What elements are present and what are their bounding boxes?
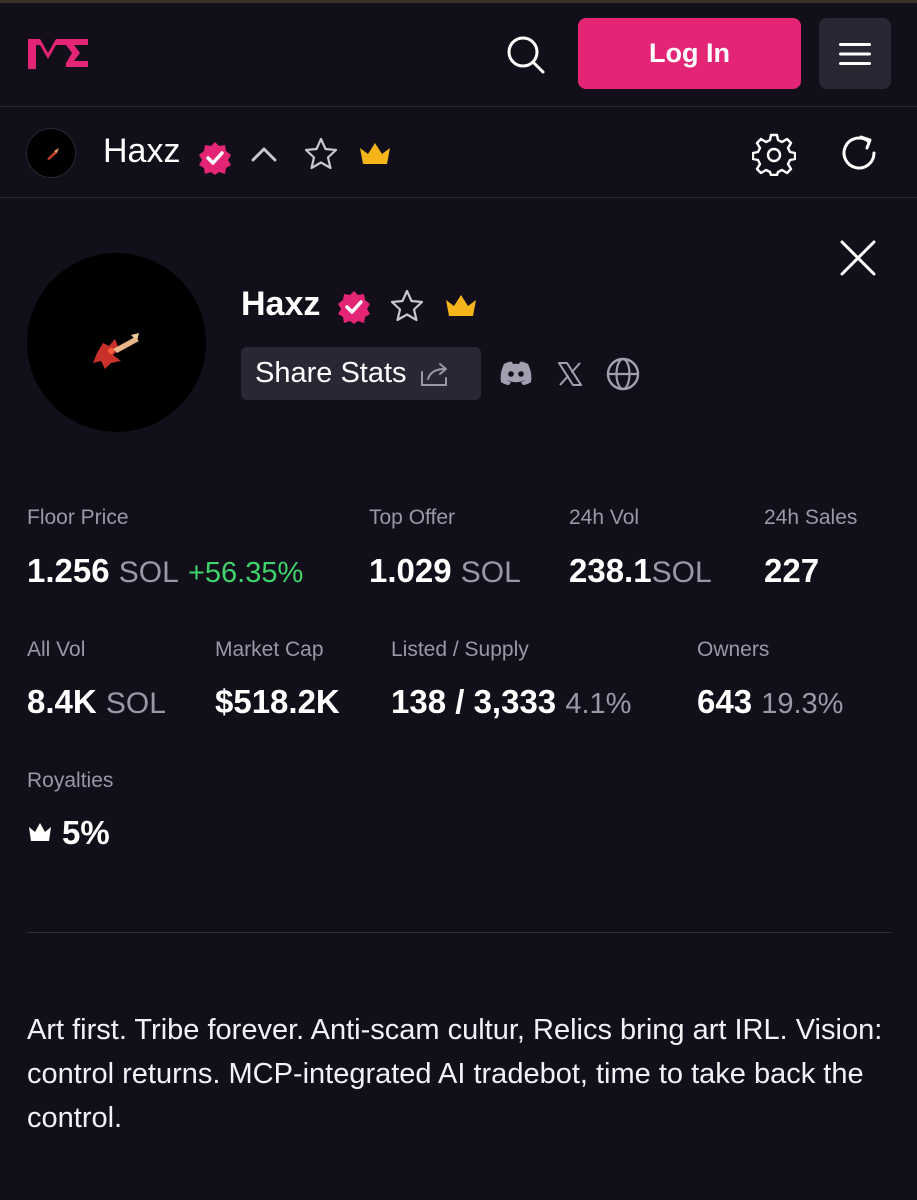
collection-title: Haxz <box>103 132 181 170</box>
collection-subbar: Haxz <box>0 108 917 198</box>
top-offer-number: 1.029 <box>369 552 452 589</box>
floor-price-label: Floor Price <box>27 506 129 529</box>
market-cap-label: Market Cap <box>215 638 324 661</box>
globe-icon[interactable] <box>605 356 641 392</box>
listed-supply-value: 138 / 3,333 4.1% <box>391 683 631 721</box>
close-button[interactable] <box>838 238 878 278</box>
owners-value: 643 19.3% <box>697 683 843 721</box>
all-vol-number: 8.4K <box>27 683 97 720</box>
gear-icon[interactable] <box>752 132 796 176</box>
crown-icon <box>360 143 390 164</box>
market-cap-value: $518.2K <box>215 683 340 720</box>
collection-art-icon <box>93 333 139 369</box>
floor-price-number: 1.256 <box>27 552 110 589</box>
owners-pct: 19.3% <box>761 688 844 720</box>
share-stats-label: Share Stats <box>255 357 407 389</box>
magic-eden-logo-icon[interactable] <box>26 33 90 73</box>
sales-24h-value: 227 <box>764 552 820 589</box>
x-icon[interactable] <box>556 360 584 388</box>
section-divider <box>27 932 891 933</box>
collection-description: Art first. Tribe forever. Anti-scam cult… <box>27 1014 883 1134</box>
vol-24h-number: 238.1 <box>569 552 652 589</box>
hamburger-menu-icon <box>839 42 871 65</box>
crown-icon <box>29 823 51 841</box>
verified-badge-icon <box>199 142 231 175</box>
listed-supply-label: Listed / Supply <box>391 638 529 661</box>
verified-badge-icon <box>338 291 370 324</box>
owners-number: 643 <box>697 683 753 720</box>
collection-avatar <box>27 253 206 432</box>
vol-24h-unit: SOL <box>651 556 712 589</box>
sales-24h-label: 24h Sales <box>764 506 858 529</box>
royalties-label: Royalties <box>27 769 114 792</box>
login-button[interactable]: Log In <box>578 18 801 89</box>
top-offer-unit: SOL <box>460 556 521 589</box>
crown-icon <box>446 295 476 316</box>
star-icon[interactable] <box>302 136 340 172</box>
search-button[interactable] <box>502 31 548 77</box>
collection-art-icon <box>47 148 59 160</box>
top-offer-value: 1.029 SOL <box>369 552 521 590</box>
refresh-icon[interactable] <box>839 133 881 175</box>
floor-price-change: +56.35% <box>187 557 304 589</box>
vol-24h-label: 24h Vol <box>569 506 640 529</box>
menu-button[interactable] <box>819 18 891 89</box>
all-vol-unit: SOL <box>105 687 166 720</box>
discord-icon[interactable] <box>498 359 534 387</box>
listed-supply-number: 138 / 3,333 <box>391 683 557 720</box>
share-icon <box>420 362 447 386</box>
share-stats-button[interactable]: Share Stats <box>241 347 481 400</box>
app-header: Log In <box>0 3 917 107</box>
star-icon[interactable] <box>388 288 426 324</box>
floor-price-unit: SOL <box>118 556 179 589</box>
search-icon <box>507 36 545 74</box>
vol-24h-value: 238.1SOL <box>569 552 712 590</box>
chevron-up-icon[interactable] <box>249 140 279 170</box>
owners-label: Owners <box>697 638 770 661</box>
collection-name: Haxz <box>241 285 321 323</box>
royalties-value: 5% <box>62 814 110 851</box>
collection-avatar-small[interactable] <box>26 128 76 178</box>
all-vol-value: 8.4K SOL <box>27 683 166 721</box>
all-vol-label: All Vol <box>27 638 86 661</box>
listed-supply-pct: 4.1% <box>565 688 632 720</box>
close-icon <box>840 240 876 276</box>
floor-price-value: 1.256 SOL +56.35% <box>27 552 303 590</box>
top-offer-label: Top Offer <box>369 506 455 529</box>
